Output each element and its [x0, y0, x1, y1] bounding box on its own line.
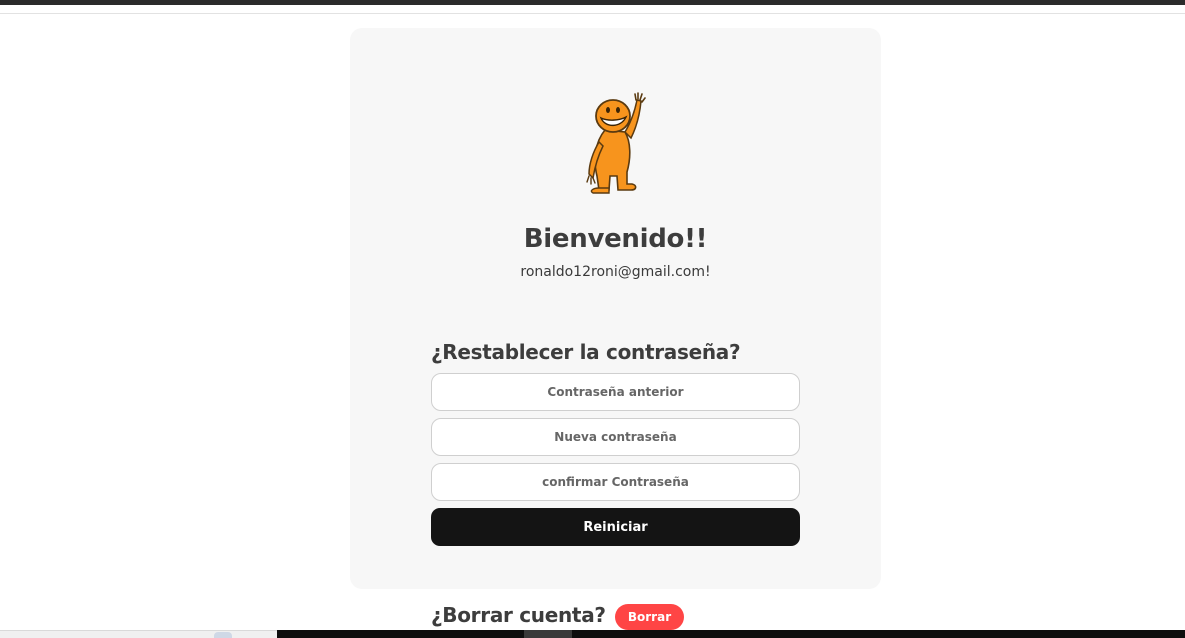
reset-button[interactable]: Reiniciar: [431, 508, 800, 546]
taskbar-left: [0, 630, 277, 638]
new-password-field[interactable]: [431, 418, 800, 456]
user-email: ronaldo12roni@gmail.com!: [520, 264, 711, 280]
waving-person-icon: [586, 92, 646, 194]
browser-top-bar: [0, 0, 1185, 5]
reset-password-title: ¿Restablecer la contraseña?: [431, 340, 741, 364]
taskbar: [277, 630, 1185, 638]
confirm-password-field[interactable]: [431, 463, 800, 501]
delete-account-button[interactable]: Borrar: [615, 604, 684, 630]
old-password-field[interactable]: [431, 373, 800, 411]
taskbar-app-icon[interactable]: [214, 632, 232, 638]
delete-account-title: ¿Borrar cuenta?: [431, 603, 606, 627]
taskbar-active-tab[interactable]: [524, 630, 572, 638]
top-divider: [0, 13, 1185, 14]
welcome-heading: Bienvenido!!: [523, 224, 708, 254]
profile-card: Bienvenido!! ronaldo12roni@gmail.com! ¿R…: [350, 28, 881, 589]
